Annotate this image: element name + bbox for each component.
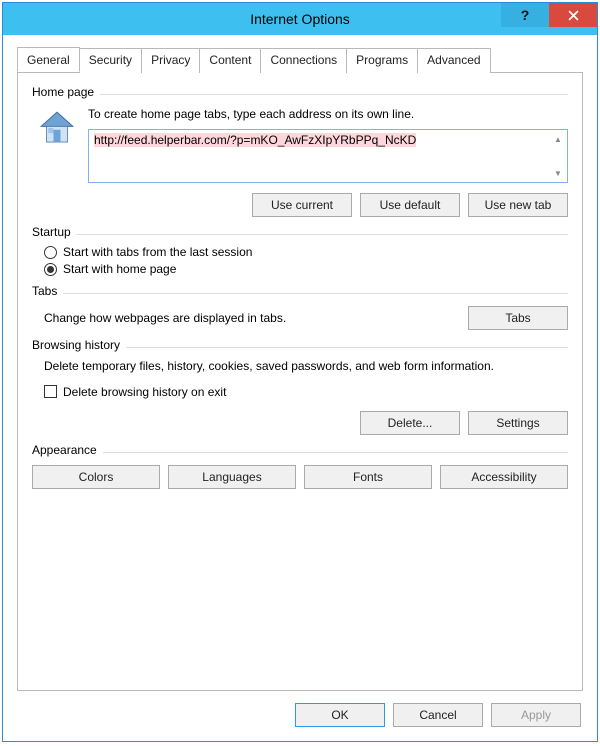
tabs-section: Tabs [32, 284, 568, 298]
homepage-value: http://feed.helperbar.com/?p=mKO_AwFzXIp… [94, 133, 416, 147]
accessibility-button[interactable]: Accessibility [440, 465, 568, 489]
use-current-button[interactable]: Use current [252, 193, 352, 217]
tab-security[interactable]: Security [79, 48, 142, 73]
cancel-button[interactable]: Cancel [393, 703, 483, 727]
appearance-section: Appearance [32, 443, 568, 457]
scroll-up-icon[interactable] [551, 132, 565, 146]
apply-button[interactable]: Apply [491, 703, 581, 727]
fonts-button[interactable]: Fonts [304, 465, 432, 489]
dialog-content: General Security Privacy Content Connect… [3, 35, 597, 691]
close-icon [568, 10, 579, 21]
scroll-down-icon[interactable] [551, 166, 565, 180]
startup-last-session-radio[interactable]: Start with tabs from the last session [44, 245, 568, 259]
startup-section: Startup [32, 225, 568, 239]
homepage-legend: Home page [32, 85, 100, 99]
tab-programs[interactable]: Programs [346, 48, 418, 73]
history-section: Browsing history [32, 338, 568, 352]
tabs-legend: Tabs [32, 284, 63, 298]
radio-icon-checked [44, 263, 57, 276]
tab-general[interactable]: General [17, 47, 80, 72]
ok-button[interactable]: OK [295, 703, 385, 727]
delete-on-exit-label: Delete browsing history on exit [63, 385, 226, 399]
colors-button[interactable]: Colors [32, 465, 160, 489]
help-button[interactable]: ? [501, 3, 549, 27]
tabs-desc: Change how webpages are displayed in tab… [44, 311, 458, 325]
tabs-button[interactable]: Tabs [468, 306, 568, 330]
divider [32, 452, 568, 453]
internet-options-dialog: Internet Options ? General Security Priv… [2, 2, 598, 742]
tab-connections[interactable]: Connections [260, 48, 347, 73]
homepage-desc: To create home page tabs, type each addr… [88, 107, 568, 121]
startup-last-label: Start with tabs from the last session [63, 245, 252, 259]
tab-content[interactable]: Content [199, 48, 261, 73]
languages-button[interactable]: Languages [168, 465, 296, 489]
use-new-tab-button[interactable]: Use new tab [468, 193, 568, 217]
use-default-button[interactable]: Use default [360, 193, 460, 217]
settings-button[interactable]: Settings [468, 411, 568, 435]
appearance-legend: Appearance [32, 443, 103, 457]
close-button[interactable] [549, 3, 597, 27]
divider [32, 94, 568, 95]
tabstrip: General Security Privacy Content Connect… [17, 47, 583, 73]
homepage-scrollbar[interactable] [551, 132, 565, 180]
homepage-input[interactable]: http://feed.helperbar.com/?p=mKO_AwFzXIp… [88, 129, 568, 183]
checkbox-icon [44, 385, 57, 398]
tab-advanced[interactable]: Advanced [417, 48, 490, 73]
startup-home-label: Start with home page [63, 262, 176, 276]
window-title: Internet Options [250, 11, 350, 27]
homepage-section: Home page [32, 85, 568, 99]
dialog-footer: OK Cancel Apply [3, 691, 597, 741]
delete-button[interactable]: Delete... [360, 411, 460, 435]
radio-icon [44, 246, 57, 259]
homepage-row: To create home page tabs, type each addr… [36, 107, 568, 183]
titlebar: Internet Options ? [3, 3, 597, 35]
homepage-buttons: Use current Use default Use new tab [36, 193, 568, 217]
startup-home-radio[interactable]: Start with home page [44, 262, 568, 276]
history-legend: Browsing history [32, 338, 126, 352]
title-buttons: ? [501, 3, 597, 27]
divider [32, 234, 568, 235]
tab-privacy[interactable]: Privacy [141, 48, 200, 73]
home-icon [36, 107, 78, 149]
history-desc: Delete temporary files, history, cookies… [44, 358, 568, 375]
startup-legend: Startup [32, 225, 77, 239]
divider [32, 293, 568, 294]
delete-on-exit-checkbox[interactable]: Delete browsing history on exit [44, 385, 568, 399]
general-panel: Home page To create home page tabs, t [17, 73, 583, 691]
